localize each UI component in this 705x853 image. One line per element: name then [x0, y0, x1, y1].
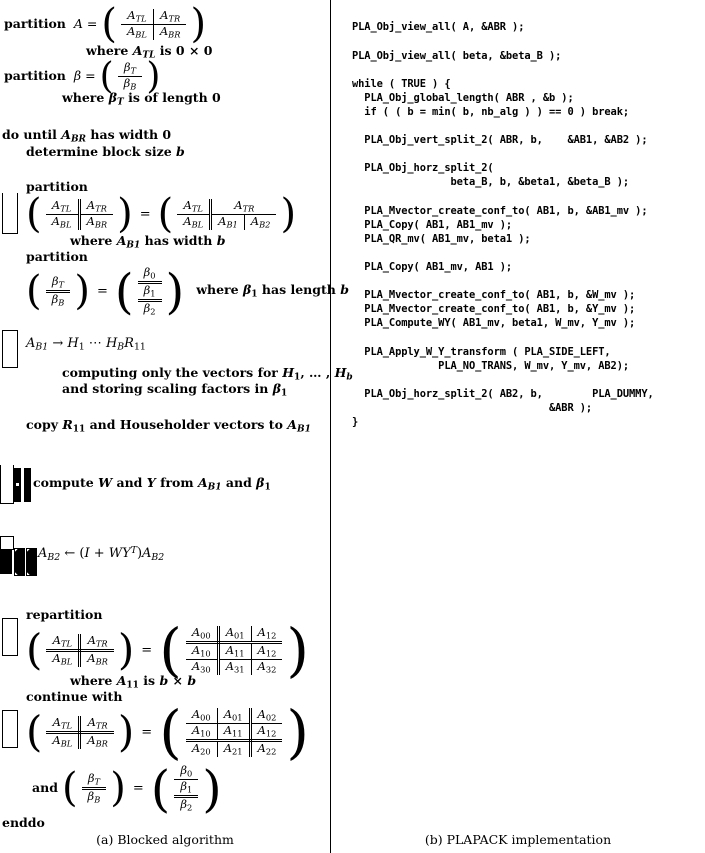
margin-marker-3a [0, 465, 14, 504]
storing-factors-line: and storing scaling factors in β1 [62, 381, 288, 399]
margin-marker-3c [24, 468, 31, 502]
paren-close: ) [146, 56, 161, 97]
partition-b-matrix: βT βB [117, 60, 143, 92]
partition-b-label: partition [4, 68, 66, 84]
margin-marker-2 [2, 330, 18, 368]
plapack-implementation-column: PLA_Obj_view_all( A, &ABR ); PLA_Obj_vie… [331, 0, 705, 853]
margin-marker-6 [2, 710, 18, 748]
blocked-algorithm-column: partition A = ( ATL ATR ABL ABR ) where AT… [0, 0, 353, 853]
partition-a-var: A = [69, 16, 98, 32]
partition-a-label: partition [4, 16, 66, 32]
partition-b-var: β = [69, 68, 96, 84]
apply-wy-line: AB2 ← (I + WYT)AB2 [38, 545, 165, 563]
margin-marker-4c [26, 548, 37, 576]
figure-page: partition A = ( ATL ATR ABL ABR ) where AT… [0, 0, 705, 853]
qr-factorization-line: AB1 → H1 ⋯ HBR11 [26, 336, 146, 353]
margin-marker-1 [2, 193, 18, 234]
caption-a: (a) Blocked algorithm [96, 832, 234, 847]
determine-block-size-line: determine block size b [26, 144, 185, 159]
repartition-equation: ( ATL ATR ABL ABR ) = ( A00 A01 A12 A10 A11 A1… [26, 616, 310, 684]
margin-marker-4a-top [0, 536, 14, 550]
do-until-line: do until ABR has width 0 [2, 127, 172, 145]
copy-r11-line: copy R11 and Householder vectors to AB1 [26, 417, 311, 435]
compute-wy-line: compute W and Y from AB1 and β1 [33, 475, 271, 493]
margin-marker-5 [2, 618, 18, 656]
continue-with-label: continue with [26, 689, 123, 704]
margin-marker-4b [14, 548, 25, 576]
paren-open: ( [99, 56, 114, 97]
and-label: and [32, 780, 58, 796]
where-betat-text: where βT is of length 0 [62, 90, 221, 108]
plapack-code-block: PLA_Obj_view_all( A, &ABR ); PLA_Obj_vie… [352, 21, 654, 429]
partition1-equation: ( ATL ATR ABL ABR ) = ( ATL ATR ABL AB1 AB2 [26, 191, 297, 237]
and-beta-equation: and ( βT βB ) = ( β0 β1 β2) [32, 759, 222, 818]
partition2-label: partition [26, 249, 88, 264]
caption-b: (b) PLAPACK implementation [424, 832, 612, 847]
continue-equation: ( ATL ATR ABL ABR ) = ( A00 A01 A02 A10 A11 A1… [26, 698, 310, 766]
enddo-line: enddo [2, 815, 45, 830]
margin-marker-3-dot [16, 483, 19, 486]
paren-close: ) [190, 1, 207, 47]
paren-open: ( [101, 1, 117, 47]
where-ab1-text: where AB1 has width b [70, 233, 226, 251]
partition2-equation: ( βT βB ) = ( β0 β1 β2) where β1 has le… [26, 263, 349, 320]
repartition-label: repartition [26, 607, 103, 622]
partition-a-matrix: ATL ATR ABL ABR [120, 8, 187, 40]
